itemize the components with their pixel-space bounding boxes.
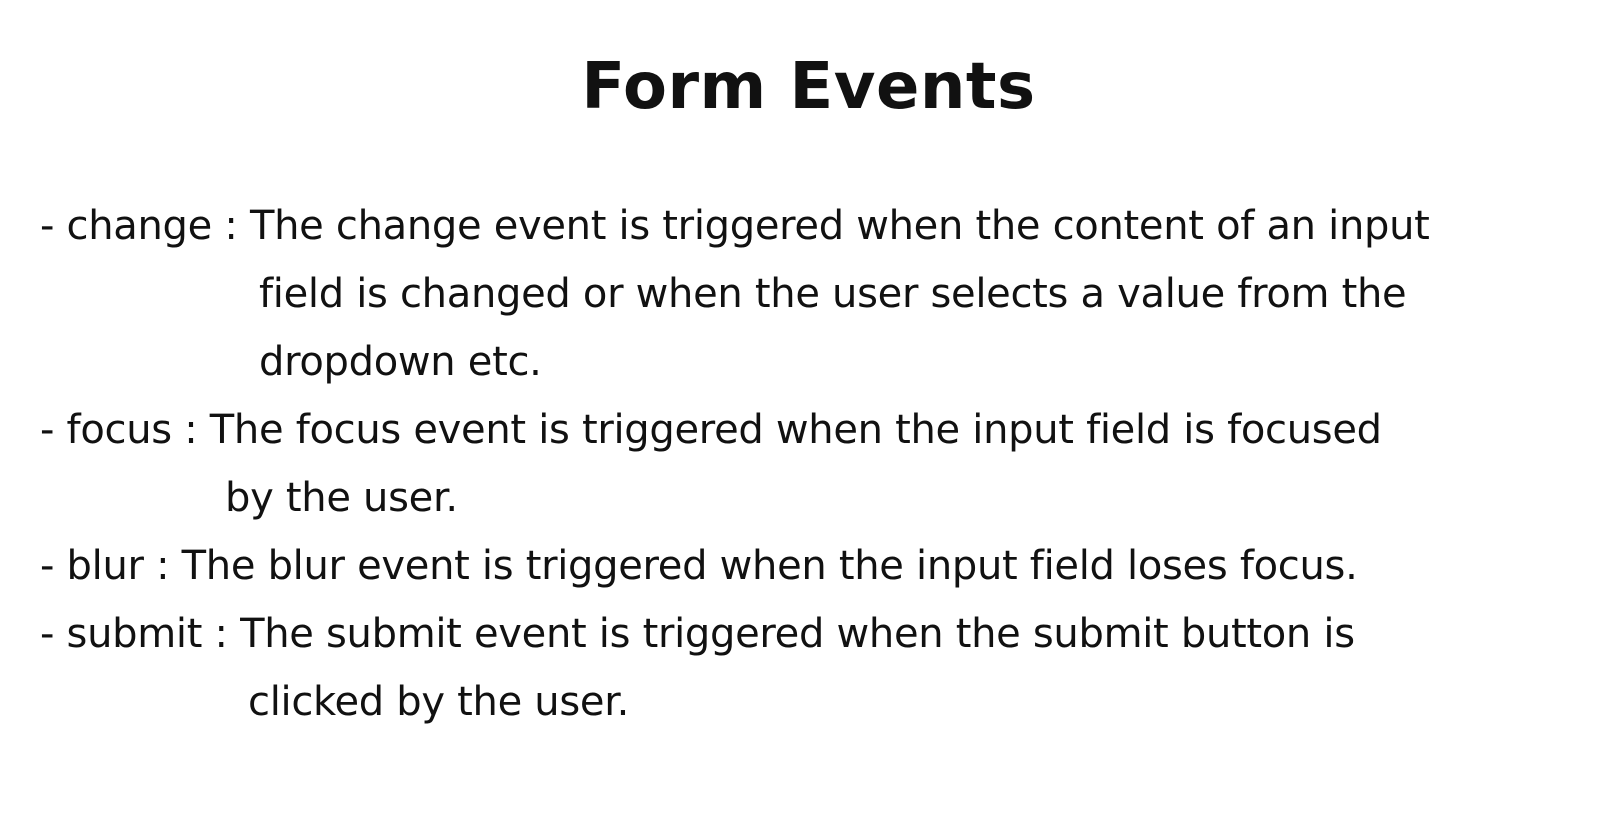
list-item-submit: - submit : The submit event is triggered… bbox=[40, 600, 1600, 736]
list-item-continuation: field is changed or when the user select… bbox=[259, 271, 1407, 317]
list-item-text: - change : The change event is triggered… bbox=[40, 203, 1430, 249]
list-item-continuation: by the user. bbox=[225, 475, 458, 521]
list-item-continuation: clicked by the user. bbox=[248, 679, 630, 725]
list-item-text: - submit : The submit event is triggered… bbox=[40, 611, 1355, 657]
list-item-change: - change : The change event is triggered… bbox=[40, 192, 1600, 396]
list-item-continuation: dropdown etc. bbox=[259, 339, 542, 385]
slide: Form Events - change : The change event … bbox=[0, 0, 1617, 832]
event-definition-list: - change : The change event is triggered… bbox=[40, 192, 1600, 736]
list-item-text: - blur : The blur event is triggered whe… bbox=[40, 543, 1358, 589]
list-item-focus: - focus : The focus event is triggered w… bbox=[40, 396, 1600, 532]
list-item-blur: - blur : The blur event is triggered whe… bbox=[40, 532, 1600, 600]
list-item-text: - focus : The focus event is triggered w… bbox=[40, 407, 1382, 453]
page-title: Form Events bbox=[581, 50, 1036, 124]
